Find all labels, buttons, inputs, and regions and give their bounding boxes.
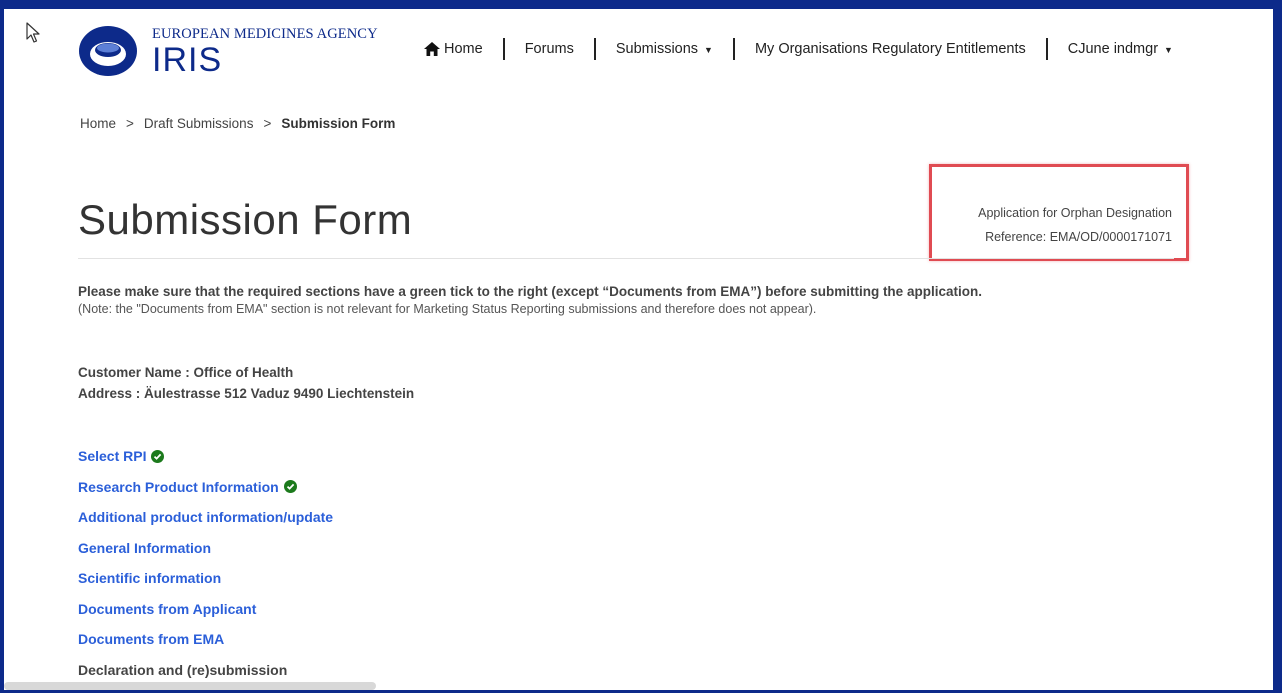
horizontal-scrollbar[interactable] — [4, 682, 376, 690]
title-divider — [78, 258, 1174, 259]
section-research-product: Research Product Information — [78, 472, 333, 503]
customer-details: Customer Name : Office of Health Address… — [78, 362, 414, 404]
ema-emblem-icon — [79, 26, 137, 76]
customer-address: Address : Äulestrasse 512 Vaduz 9490 Lie… — [78, 386, 415, 401]
section-select-rpi: Select RPI — [78, 441, 333, 472]
nav-divider — [1045, 38, 1048, 60]
section-documents-ema-link[interactable]: Documents from EMA — [78, 631, 224, 647]
section-additional-product-link[interactable]: Additional product information/update — [78, 509, 333, 525]
caret-down-icon: ▼ — [1164, 45, 1173, 55]
section-scientific-information: Scientific information — [78, 563, 333, 594]
section-additional-product: Additional product information/update — [78, 502, 333, 533]
section-general-information: General Information — [78, 533, 333, 564]
breadcrumb-current: Submission Form — [281, 116, 396, 131]
nav-user-dropdown[interactable]: CJune indmgr ▼ — [1068, 41, 1173, 57]
breadcrumb-separator: > — [126, 116, 134, 131]
breadcrumb: Home > Draft Submissions > Submission Fo… — [80, 116, 395, 131]
check-circle-icon — [283, 480, 297, 494]
section-select-rpi-link[interactable]: Select RPI — [78, 448, 146, 464]
caret-down-icon: ▼ — [704, 45, 713, 55]
section-declaration-label: Declaration and (re)submission — [78, 661, 288, 678]
instructions-main: Please make sure that the required secti… — [78, 284, 982, 299]
mouse-cursor-icon — [26, 22, 40, 43]
nav-submissions-label: Submissions — [615, 41, 699, 57]
main-nav: Home Forums Submissions ▼ My Organisatio… — [424, 38, 1173, 60]
section-declaration: Declaration and (re)submission — [78, 655, 333, 686]
breadcrumb-home[interactable]: Home — [80, 116, 116, 131]
nav-forums-label: Forums — [524, 41, 574, 57]
check-circle-icon — [151, 449, 165, 463]
section-research-product-link[interactable]: Research Product Information — [78, 479, 279, 495]
nav-submissions-dropdown[interactable]: Submissions ▼ — [616, 41, 713, 57]
section-documents-ema: Documents from EMA — [78, 624, 333, 655]
form-sections-list: Select RPI Research Product Information … — [78, 441, 333, 685]
instructions: Please make sure that the required secti… — [78, 284, 1178, 316]
nav-divider — [593, 38, 596, 60]
nav-forums[interactable]: Forums — [525, 41, 574, 57]
nav-entitlements-label: My Organisations Regulatory Entitlements — [754, 41, 1026, 57]
section-documents-applicant-link[interactable]: Documents from Applicant — [78, 601, 256, 617]
breadcrumb-separator: > — [263, 116, 272, 131]
section-scientific-information-link[interactable]: Scientific information — [78, 570, 221, 586]
breadcrumb-draft-submissions[interactable]: Draft Submissions — [144, 116, 254, 131]
application-type: Application for Orphan Designation — [978, 206, 1172, 220]
nav-user-label: CJune indmgr — [1067, 41, 1159, 57]
product-name: IRIS — [152, 41, 223, 79]
section-general-information-link[interactable]: General Information — [78, 540, 211, 556]
nav-entitlements[interactable]: My Organisations Regulatory Entitlements — [755, 41, 1026, 57]
nav-divider — [732, 38, 735, 60]
page-title: Submission Form — [78, 196, 413, 243]
reference-number: Reference: EMA/OD/0000171071 — [985, 230, 1172, 244]
nav-divider — [502, 38, 505, 60]
section-documents-applicant: Documents from Applicant — [78, 594, 333, 625]
customer-name: Customer Name : Office of Health — [78, 365, 294, 380]
instructions-note: (Note: the "Documents from EMA" section … — [78, 302, 817, 316]
nav-home-label: Home — [444, 41, 483, 57]
reference-highlight-box: Application for Orphan Designation Refer… — [929, 164, 1189, 261]
ema-logo[interactable]: EUROPEAN MEDICINES AGENCY IRIS — [78, 24, 378, 79]
nav-home[interactable]: Home — [424, 41, 483, 57]
home-icon — [424, 42, 440, 56]
